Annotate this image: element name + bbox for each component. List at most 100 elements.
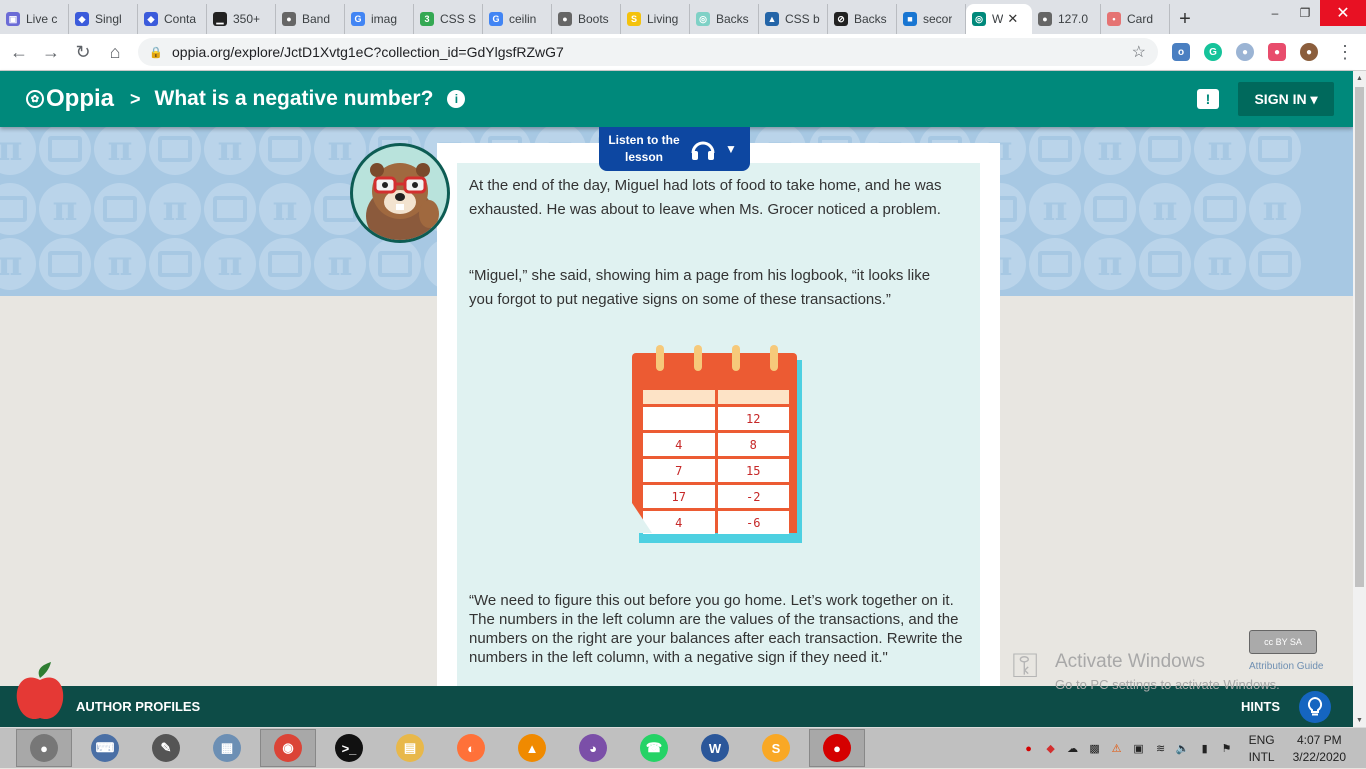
taskbar-app-button[interactable]: ▤: [382, 729, 438, 767]
browser-tab[interactable]: ◆ Conta: [138, 4, 207, 34]
profile-avatar[interactable]: ●: [1300, 43, 1318, 61]
anydesk-icon[interactable]: ◆: [1043, 741, 1059, 757]
taskbar-app-button[interactable]: ▲: [504, 729, 560, 767]
new-tab-button[interactable]: +: [1170, 4, 1200, 34]
tab-title: Singl: [95, 12, 122, 26]
info-icon[interactable]: i: [447, 90, 466, 108]
pi-pattern-icon: π: [1194, 127, 1246, 175]
browser-tab[interactable]: Gimag: [345, 4, 414, 34]
minimize-button[interactable]: –: [1260, 0, 1290, 26]
language-indicator[interactable]: ENG INTL: [1249, 732, 1275, 766]
maximize-button[interactable]: ❐: [1290, 0, 1320, 26]
tab-favicon-icon: ■: [903, 12, 917, 26]
flag-icon[interactable]: ⚑: [1219, 741, 1235, 757]
listen-to-lesson-button[interactable]: Listen to the lesson ▼: [599, 127, 750, 171]
taskbar-app-button[interactable]: ▦: [199, 729, 255, 767]
browser-tab[interactable]: 3 CSS S: [414, 4, 483, 34]
pi-pattern-icon: π: [1139, 183, 1191, 235]
browser-tab[interactable]: ● Boots: [552, 4, 621, 34]
browser-tab[interactable]: ⊘ Backs: [828, 4, 897, 34]
taskbar-app-button[interactable]: ◕: [565, 729, 621, 767]
start-icon: ●: [30, 734, 58, 762]
record-icon[interactable]: ●: [1021, 741, 1037, 757]
logbook-cell: [643, 407, 715, 430]
monitor-pattern-icon: [1029, 238, 1081, 290]
system-clock[interactable]: 4:07 PM 3/22/2020: [1293, 732, 1346, 766]
taskbar-app-button[interactable]: ☎: [626, 729, 682, 767]
browser-menu-icon[interactable]: ⋮: [1332, 39, 1358, 65]
scroll-down-icon[interactable]: ▼: [1353, 713, 1366, 727]
pi-pattern-icon: π: [94, 238, 146, 290]
browser-tab[interactable]: ● Band: [276, 4, 345, 34]
home-button[interactable]: ⌂: [102, 39, 128, 65]
extension-icon[interactable]: o: [1172, 43, 1190, 61]
app-tray-icon[interactable]: ▣: [1131, 741, 1147, 757]
tab-title: imag: [371, 12, 398, 26]
whatsapp-icon: ☎: [640, 734, 668, 762]
browser-tab[interactable]: Gceilin: [483, 4, 552, 34]
back-button[interactable]: ←: [6, 39, 32, 65]
record-icon: ●: [823, 734, 851, 762]
logbook-cell: -2: [717, 485, 789, 508]
battery-icon[interactable]: ▮: [1197, 741, 1213, 757]
reload-button[interactable]: ↻: [70, 39, 96, 65]
browser-tab[interactable]: ▣ Live c: [0, 4, 69, 34]
cloud-upload-icon[interactable]: ☁: [1065, 741, 1081, 757]
scrollbar-thumb[interactable]: [1355, 87, 1364, 587]
extension-icon[interactable]: ●: [1268, 43, 1286, 61]
page-scrollbar[interactable]: ▲ ▼: [1353, 71, 1366, 727]
audio-dropdown-icon[interactable]: ▼: [725, 142, 737, 156]
tab-title: Conta: [164, 12, 197, 26]
browser-tab[interactable]: ▲ CSS b: [759, 4, 828, 34]
tab-title: 127.0: [1058, 12, 1089, 26]
taskbar-app-button[interactable]: ●: [16, 729, 72, 767]
extension-icon[interactable]: ●: [1236, 43, 1254, 61]
network-warning-icon[interactable]: ⚠: [1109, 741, 1125, 757]
browser-tab[interactable]: ▁ 350+: [207, 4, 276, 34]
close-window-button[interactable]: ✕: [1320, 0, 1366, 26]
monitor-pattern-icon: [259, 127, 311, 175]
browser-tab[interactable]: ● 127.0: [1032, 4, 1101, 34]
calculator-icon: ▦: [213, 734, 241, 762]
taskbar-app-button[interactable]: ✎: [138, 729, 194, 767]
browser-tab[interactable]: ◆ Singl: [69, 4, 138, 34]
browser-tab[interactable]: ■ secor: [897, 4, 966, 34]
hints-label[interactable]: HINTS: [1241, 699, 1280, 714]
author-profiles-button[interactable]: AUTHOR PROFILES: [76, 699, 200, 714]
browser-tab[interactable]: S Living: [621, 4, 690, 34]
forward-button[interactable]: →: [38, 39, 64, 65]
browser-tab[interactable]: • Card: [1101, 4, 1170, 34]
tab-title: Backs: [716, 12, 749, 26]
clock-time: 4:07 PM: [1296, 732, 1342, 747]
taskbar-app-button[interactable]: W: [687, 729, 743, 767]
binder-ring-icon: [729, 345, 743, 373]
browser-tab[interactable]: ◎ Backs: [690, 4, 759, 34]
monitor-pattern-icon: [369, 238, 421, 290]
volume-icon[interactable]: 🔈: [1175, 741, 1191, 757]
monitor-pattern-icon: [39, 238, 91, 290]
lightbulb-icon[interactable]: [1299, 690, 1331, 723]
taskbar-app-button[interactable]: ●: [809, 729, 865, 767]
signal-icon[interactable]: ▩: [1087, 741, 1103, 757]
feedback-icon[interactable]: !: [1197, 89, 1219, 109]
wifi-icon[interactable]: ≋: [1153, 741, 1169, 757]
table-row: 48: [643, 433, 789, 456]
grammarly-icon[interactable]: G: [1204, 43, 1222, 61]
pi-pattern-icon: π: [204, 127, 256, 175]
binder-ring-icon: [691, 345, 705, 373]
taskbar-app-button[interactable]: ⌨: [77, 729, 133, 767]
tab-close-icon[interactable]: ✕: [1007, 11, 1018, 27]
taskbar-app-button[interactable]: ◐: [443, 729, 499, 767]
tab-favicon-icon: ◎: [696, 12, 710, 26]
scroll-up-icon[interactable]: ▲: [1353, 71, 1366, 85]
oppia-logo[interactable]: ✿ Oppia: [26, 85, 114, 113]
pi-pattern-icon: π: [1084, 238, 1136, 290]
address-bar[interactable]: 🔒 oppia.org/explore/JctD1Xvtg1eC?collect…: [138, 38, 1158, 66]
browser-toolbar: ← → ↻ ⌂ 🔒 oppia.org/explore/JctD1Xvtg1eC…: [0, 34, 1366, 71]
taskbar-app-button[interactable]: >_: [321, 729, 377, 767]
taskbar-app-button[interactable]: ◉: [260, 729, 316, 767]
bookmark-star-icon[interactable]: ☆: [1132, 42, 1146, 62]
browser-tab-active[interactable]: ◎ W ✕: [966, 4, 1032, 34]
sign-in-button[interactable]: SIGN IN ▾: [1238, 82, 1334, 116]
taskbar-app-button[interactable]: S: [748, 729, 804, 767]
